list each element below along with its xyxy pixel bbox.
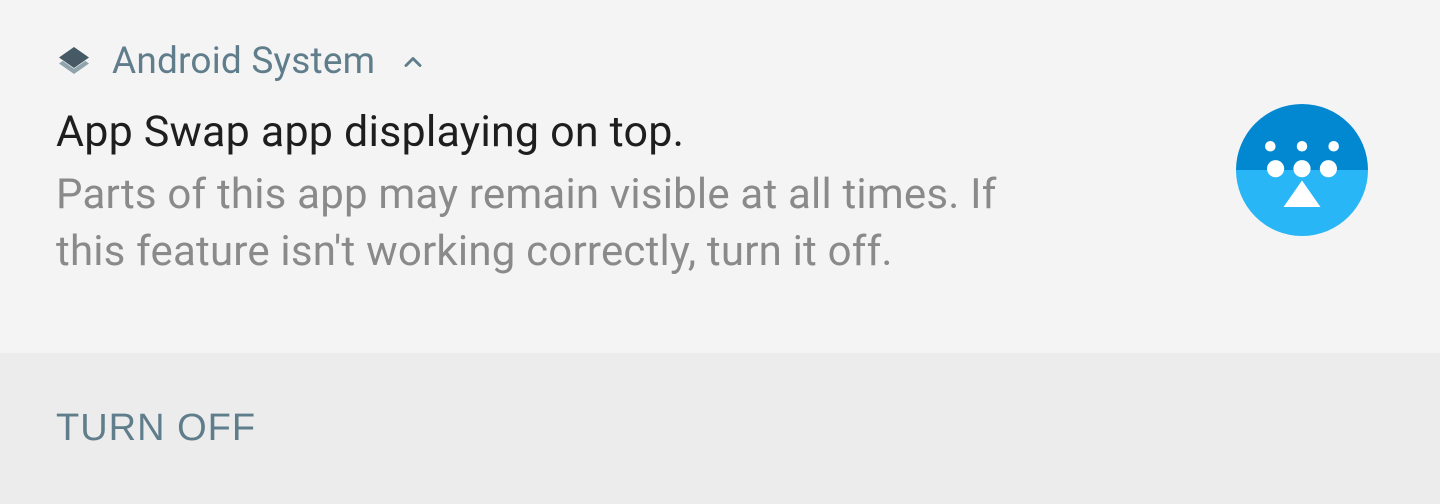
notification-header[interactable]: Android System <box>56 40 1384 83</box>
app-swap-icon <box>1236 104 1368 236</box>
notification-content: Android System App Swap app displaying o… <box>0 0 1440 353</box>
notification-actions: TURN OFF <box>0 353 1440 504</box>
turn-off-button[interactable]: TURN OFF <box>56 401 256 456</box>
notification-body: Parts of this app may remain visible at … <box>56 167 1076 280</box>
notification-card: Android System App Swap app displaying o… <box>0 0 1440 504</box>
chevron-up-icon <box>399 48 427 76</box>
layers-icon <box>56 44 92 80</box>
notification-title: App Swap app displaying on top. <box>56 107 1384 157</box>
notification-app-label: Android System <box>112 40 375 83</box>
